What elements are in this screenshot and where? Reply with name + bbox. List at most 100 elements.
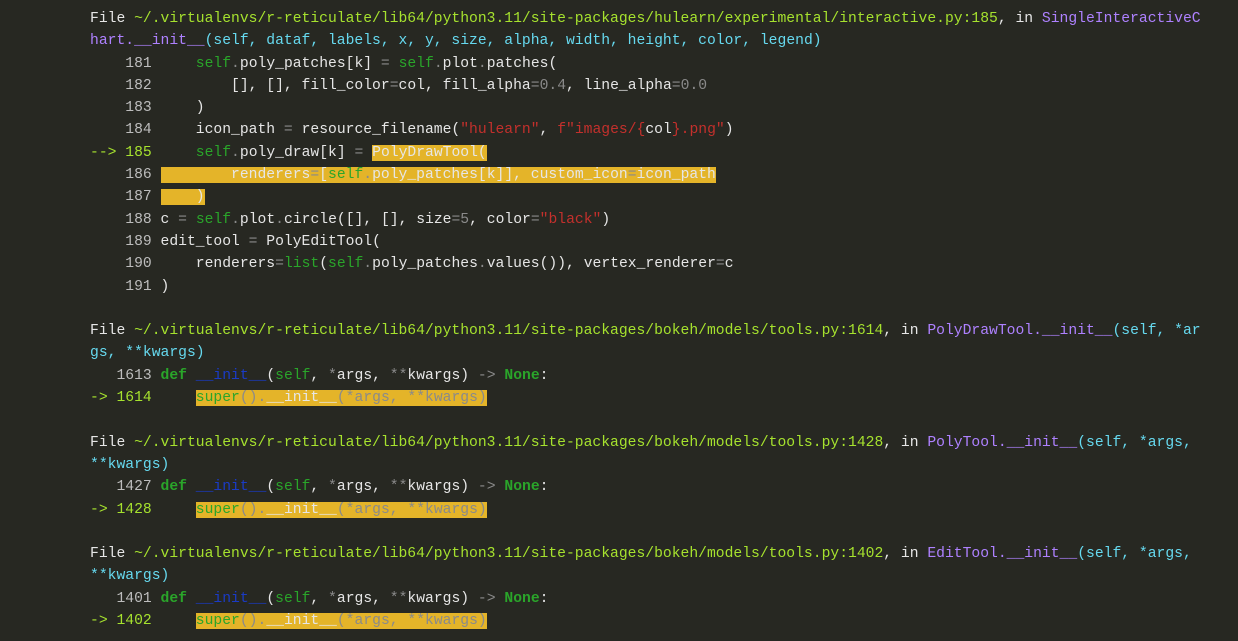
code-token: = [275, 256, 284, 273]
code-token: ** [389, 479, 408, 496]
code-token: ( [336, 390, 346, 407]
code-line: 1613 def __init__(self, *args, **kwargs)… [90, 365, 1230, 387]
code-token: = [310, 167, 320, 184]
code-token: : [539, 590, 549, 607]
code-token: . [231, 211, 240, 228]
code-token: . [257, 613, 267, 630]
code-token: kwargs) [407, 367, 478, 384]
code-token: ) [724, 122, 734, 139]
code-token: : [539, 479, 549, 496]
line-number: 183 [90, 100, 161, 117]
code-line: -> 1614 super().__init__(*args, **kwargs… [90, 387, 1230, 409]
code-token: __init__ [266, 501, 337, 518]
code-token: __init__ [266, 613, 337, 630]
frame-header-line: File ~/.virtualenvs/r-reticulate/lib64/p… [90, 432, 1230, 454]
code-token: self [275, 479, 311, 496]
frame-header-line: File ~/.virtualenvs/r-reticulate/lib64/p… [90, 320, 1230, 342]
code-token: self [398, 55, 434, 72]
frame-header-line: hart.__init__(self, dataf, labels, x, y,… [90, 30, 1230, 52]
code-token: . [275, 211, 284, 228]
code-token: .png" [680, 122, 725, 139]
code-token: __init__ [266, 390, 337, 407]
code-token: ~/.virtualenvs/r-reticulate/lib64/python… [134, 11, 998, 27]
code-token: kwargs) [407, 479, 478, 496]
code-token: icon_path [160, 122, 284, 139]
code-token: = [283, 122, 293, 139]
code-token: kwargs) [425, 613, 487, 630]
code-line: 188 c = self.plot.circle([], [], size=5,… [90, 209, 1230, 231]
code-line: --> 185 self.poly_draw[k] = PolyDrawTool… [90, 142, 1230, 164]
code-token: = [530, 211, 540, 228]
code-token: edit_tool [160, 233, 249, 250]
code-token: self [195, 211, 232, 228]
frame-separator [90, 409, 1230, 431]
code-token: icon_path [636, 167, 716, 184]
code-token: 0.0 [680, 77, 708, 94]
code-token: args, [354, 613, 408, 630]
code-token: = [354, 144, 364, 161]
frame-header-line: **kwargs) [90, 565, 1230, 587]
code-token: (self, dataf, labels, x, y, size, alpha,… [204, 33, 822, 50]
line-number: 186 [90, 167, 161, 184]
code-line: 191 ) [90, 276, 1230, 298]
code-token: None [504, 367, 540, 384]
code-token: , color [469, 211, 531, 228]
code-line: 190 renderers=list(self.poly_patches.val… [90, 253, 1230, 275]
code-token: File [90, 546, 135, 563]
code-token: args, [354, 501, 408, 518]
code-token: plot [442, 55, 478, 72]
code-token: ( [266, 590, 276, 607]
code-token: = [715, 256, 725, 273]
code-token: : [539, 367, 549, 384]
code-token: poly_patches [372, 256, 478, 273]
code-token: ( [336, 613, 346, 630]
code-token: ~/.virtualenvs/r-reticulate/lib64/python… [134, 323, 884, 340]
code-token: poly_draw[k] [239, 144, 355, 161]
code-token: PolyDrawTool( [372, 144, 487, 161]
traceback-output: File ~/.virtualenvs/r-reticulate/lib64/p… [90, 8, 1230, 632]
line-number: -> 1614 [90, 390, 161, 407]
code-token: * [345, 501, 355, 518]
frame-header-line: File ~/.virtualenvs/r-reticulate/lib64/p… [90, 8, 1230, 30]
code-token: = [178, 211, 187, 228]
frame-header-line: File ~/.virtualenvs/r-reticulate/lib64/p… [90, 543, 1230, 565]
frame-header-line: gs, **kwargs) [90, 342, 1230, 364]
code-token: list [283, 256, 320, 273]
traceback-frame: File ~/.virtualenvs/r-reticulate/lib64/p… [90, 543, 1230, 632]
line-number: 1401 [90, 590, 161, 607]
code-token: super [195, 501, 240, 518]
code-token: None [504, 590, 540, 607]
code-line: 1401 def __init__(self, *args, **kwargs)… [90, 588, 1230, 610]
code-token: args, [336, 590, 390, 607]
code-token: = [530, 77, 540, 94]
code-token: values()), vertex_renderer [486, 256, 716, 273]
code-line: 181 self.poly_patches[k] = self.plot.pat… [90, 53, 1230, 75]
code-token: c [724, 256, 734, 273]
code-token: def [160, 367, 187, 384]
code-token: 5 [460, 211, 470, 228]
code-token: args, [354, 390, 408, 407]
code-line: 189 edit_tool = PolyEditTool( [90, 231, 1230, 253]
code-token: } [671, 122, 681, 139]
code-token: * [328, 367, 337, 384]
code-token: [ [319, 167, 329, 184]
code-token: c [160, 211, 179, 228]
traceback-frame: File ~/.virtualenvs/r-reticulate/lib64/p… [90, 8, 1230, 298]
code-token: , [539, 122, 558, 139]
code-token: "hulearn" [460, 122, 540, 139]
code-token: , [310, 590, 329, 607]
line-number: 187 [90, 189, 161, 206]
code-token: * [328, 590, 337, 607]
code-token: None [504, 479, 540, 496]
code-token: . [363, 256, 373, 273]
code-token: patches( [486, 55, 558, 72]
traceback-frame: File ~/.virtualenvs/r-reticulate/lib64/p… [90, 320, 1230, 409]
